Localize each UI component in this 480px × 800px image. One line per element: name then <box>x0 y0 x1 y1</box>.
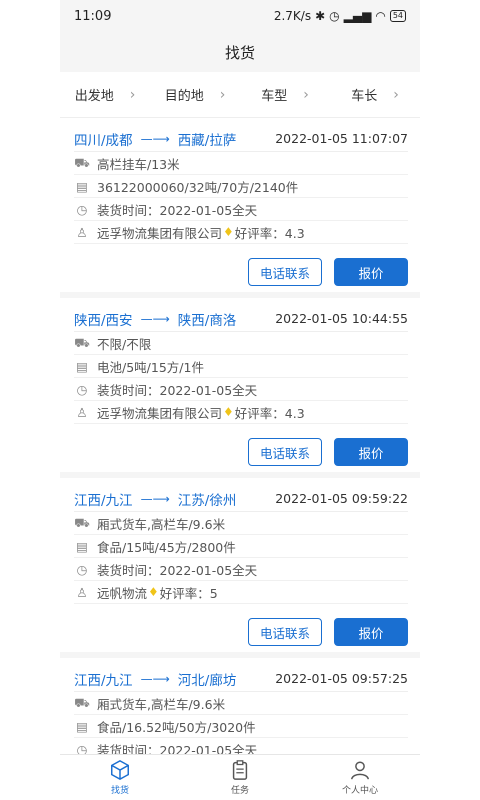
clipboard-icon <box>232 760 248 780</box>
user-icon: ♙ <box>76 224 88 240</box>
arrow-icon: —⟶ <box>140 311 170 326</box>
box-icon: ▤ <box>76 718 88 734</box>
quote-button[interactable]: 报价 <box>334 438 408 466</box>
box-icon: ▤ <box>76 358 88 374</box>
filter-bar: 出发地 › 目的地 › 车型 › 车长 › <box>60 72 420 118</box>
quote-button[interactable]: 报价 <box>334 618 408 646</box>
bottom-tab-bar: 找货 任务 个人中心 <box>60 754 420 800</box>
diamond-icon: ♦ <box>148 585 159 599</box>
clock-icon: ◷ <box>76 201 88 217</box>
chevron-right-icon: › <box>303 86 309 103</box>
post-time: 2022-01-05 09:57:25 <box>275 671 408 686</box>
person-icon <box>351 761 369 780</box>
post-time: 2022-01-05 11:07:07 <box>275 131 408 146</box>
page-title: 找货 <box>60 32 420 72</box>
box-icon: ▤ <box>76 538 88 554</box>
cargo-card[interactable]: 陕西/西安 —⟶ 陕西/商洛 2022-01-05 10:44:55 ⛟ 不限/不限 … <box>60 298 420 472</box>
cargo-card[interactable]: 江西/九江 —⟶ 江苏/徐州 2022-01-05 09:59:22 ⛟ 厢式货车,高… <box>60 478 420 652</box>
call-button[interactable]: 电话联系 <box>248 618 322 646</box>
cargo-card[interactable]: 四川/成都 —⟶ 西藏/拉萨 2022-01-05 11:07:07 ⛟ 高栏挂车/1… <box>60 118 420 292</box>
clock-icon: ◷ <box>76 381 88 397</box>
network-speed: 2.7K/s <box>273 9 312 23</box>
company-name: 远孚物流集团有限公司 <box>97 405 223 421</box>
tab-profile[interactable]: 个人中心 <box>300 755 420 800</box>
truck-info: 厢式货车,高栏车/9.6米 <box>97 696 226 712</box>
company-name: 远帆物流 <box>97 585 148 601</box>
truck-icon: ⛟ <box>74 154 90 170</box>
route: 江西/九江 —⟶ 河北/廊坊 <box>74 671 237 689</box>
phone-screen: 11:09 2.7K/s ✱ ◷ ▂▄▆ ◠ 54 找货 出发地 › 目的地 › 车… <box>60 0 420 800</box>
rating: 好评率：5 <box>159 585 218 601</box>
arrow-icon: —⟶ <box>140 491 170 506</box>
chevron-right-icon: › <box>393 86 399 103</box>
cube-icon <box>111 759 129 781</box>
user-icon: ♙ <box>76 404 88 420</box>
wifi-icon: ◠ <box>375 9 386 23</box>
filter-truck-length[interactable]: 车长 › <box>330 85 420 105</box>
signal-icon: ▂▄▆ <box>343 9 372 23</box>
arrow-icon: —⟶ <box>140 671 170 686</box>
status-bar: 11:09 2.7K/s ✱ ◷ ▂▄▆ ◠ 54 <box>60 0 420 32</box>
tab-find-cargo[interactable]: 找货 <box>60 755 180 800</box>
load-time: 装货时间：2022-01-05全天 <box>97 382 258 398</box>
post-time: 2022-01-05 09:59:22 <box>275 491 408 506</box>
filter-truck-type[interactable]: 车型 › <box>240 85 330 105</box>
diamond-icon: ♦ <box>223 405 234 419</box>
call-button[interactable]: 电话联系 <box>248 258 322 286</box>
clock-icon: ◷ <box>76 561 88 577</box>
cargo-info: 食品/16.52吨/50方/3020件 <box>97 719 256 735</box>
tab-tasks[interactable]: 任务 <box>180 755 300 800</box>
alarm-icon: ◷ <box>329 9 340 23</box>
cargo-info: 电池/5吨/15方/1件 <box>97 359 204 375</box>
rating: 好评率：4.3 <box>234 405 305 421</box>
arrow-icon: —⟶ <box>140 131 170 146</box>
truck-icon: ⛟ <box>74 334 90 350</box>
route: 陕西/西安 —⟶ 陕西/商洛 <box>74 311 237 329</box>
truck-info: 不限/不限 <box>97 336 152 352</box>
route: 江西/九江 —⟶ 江苏/徐州 <box>74 491 237 509</box>
truck-info: 厢式货车,高栏车/9.6米 <box>97 516 226 532</box>
cargo-info: 食品/15吨/45方/2800件 <box>97 539 236 555</box>
bluetooth-icon: ✱ <box>315 9 326 23</box>
user-icon: ♙ <box>76 584 88 600</box>
truck-info: 高栏挂车/13米 <box>97 156 180 172</box>
chevron-right-icon: › <box>219 86 226 103</box>
quote-button[interactable]: 报价 <box>334 258 408 286</box>
chevron-right-icon: › <box>129 86 136 103</box>
truck-icon: ⛟ <box>74 514 90 530</box>
company-name: 远孚物流集团有限公司 <box>97 225 223 241</box>
rating: 好评率：4.3 <box>234 225 305 241</box>
cargo-list: 四川/成都 —⟶ 西藏/拉萨 2022-01-05 11:07:07 ⛟ 高栏挂车/1… <box>60 118 420 800</box>
load-time: 装货时间：2022-01-05全天 <box>97 562 258 578</box>
filter-origin[interactable]: 出发地 › <box>60 85 150 105</box>
filter-destination[interactable]: 目的地 › <box>150 85 240 105</box>
status-time: 11:09 <box>74 8 112 24</box>
truck-icon: ⛟ <box>74 694 90 710</box>
call-button[interactable]: 电话联系 <box>248 438 322 466</box>
post-time: 2022-01-05 10:44:55 <box>275 311 408 326</box>
cargo-info: 36122000060/32吨/70方/2140件 <box>97 179 299 195</box>
route: 四川/成都 —⟶ 西藏/拉萨 <box>74 131 237 149</box>
battery-icon: 54 <box>389 10 406 22</box>
load-time: 装货时间：2022-01-05全天 <box>97 202 258 218</box>
diamond-icon: ♦ <box>223 225 234 239</box>
box-icon: ▤ <box>76 178 88 194</box>
